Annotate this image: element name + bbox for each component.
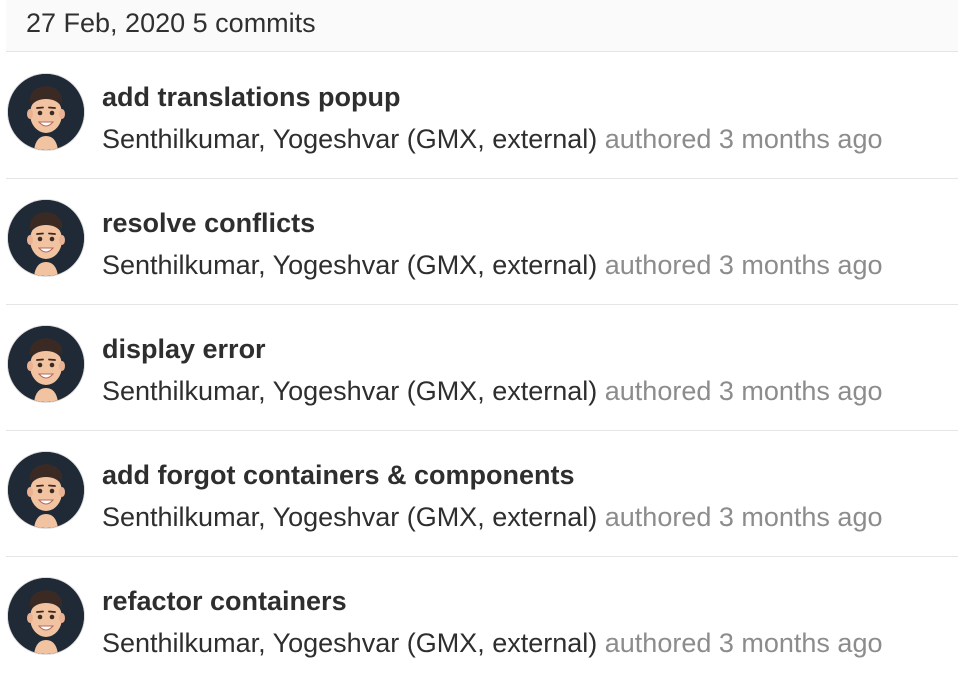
authored-label: authored [604, 502, 712, 532]
commit-row: resolve conflicts Senthilkumar, Yogeshva… [6, 179, 958, 305]
commit-title[interactable]: resolve conflicts [102, 207, 315, 239]
commit-meta: Senthilkumar, Yogeshvar (GMX, external) … [102, 501, 882, 533]
commit-time: 3 months ago [718, 250, 883, 280]
memoji-avatar-icon [8, 326, 84, 402]
commit-time: 3 months ago [718, 376, 883, 406]
commit-meta: Senthilkumar, Yogeshvar (GMX, external) … [102, 123, 882, 155]
commit-author[interactable]: Senthilkumar, Yogeshvar (GMX, external) [102, 502, 597, 532]
commit-day-header-text: 27 Feb, 2020 5 commits [26, 8, 316, 38]
memoji-avatar-icon [8, 578, 84, 654]
author-avatar[interactable] [8, 578, 84, 654]
author-avatar[interactable] [8, 74, 84, 150]
commit-title[interactable]: display error [102, 333, 266, 365]
commit-row: refactor containers Senthilkumar, Yogesh… [6, 557, 958, 683]
commit-time: 3 months ago [718, 502, 883, 532]
commit-author[interactable]: Senthilkumar, Yogeshvar (GMX, external) [102, 250, 597, 280]
commit-count: 5 commits [192, 8, 316, 38]
commit-list: add translations popup Senthilkumar, Yog… [6, 53, 958, 683]
memoji-avatar-icon [8, 452, 84, 528]
memoji-avatar-icon [8, 74, 84, 150]
commit-meta: Senthilkumar, Yogeshvar (GMX, external) … [102, 375, 882, 407]
authored-label: authored [604, 376, 712, 406]
commit-row: add forgot containers & components Senth… [6, 431, 958, 557]
commit-row: add translations popup Senthilkumar, Yog… [6, 53, 958, 179]
authored-label: authored [604, 124, 712, 154]
authored-label: authored [604, 250, 712, 280]
commit-time: 3 months ago [718, 628, 883, 658]
commit-day-header: 27 Feb, 2020 5 commits [6, 0, 958, 52]
commit-date: 27 Feb, 2020 [26, 8, 186, 38]
memoji-avatar-icon [8, 200, 84, 276]
commit-author[interactable]: Senthilkumar, Yogeshvar (GMX, external) [102, 124, 597, 154]
commit-title[interactable]: add translations popup [102, 81, 401, 113]
commit-author[interactable]: Senthilkumar, Yogeshvar (GMX, external) [102, 628, 597, 658]
author-avatar[interactable] [8, 452, 84, 528]
commit-author[interactable]: Senthilkumar, Yogeshvar (GMX, external) [102, 376, 597, 406]
authored-label: authored [604, 628, 712, 658]
author-avatar[interactable] [8, 200, 84, 276]
commit-meta: Senthilkumar, Yogeshvar (GMX, external) … [102, 627, 882, 659]
commit-time: 3 months ago [718, 124, 883, 154]
author-avatar[interactable] [8, 326, 84, 402]
commit-title[interactable]: refactor containers [102, 585, 347, 617]
commit-title[interactable]: add forgot containers & components [102, 459, 575, 491]
commit-meta: Senthilkumar, Yogeshvar (GMX, external) … [102, 249, 882, 281]
commit-row: display error Senthilkumar, Yogeshvar (G… [6, 305, 958, 431]
